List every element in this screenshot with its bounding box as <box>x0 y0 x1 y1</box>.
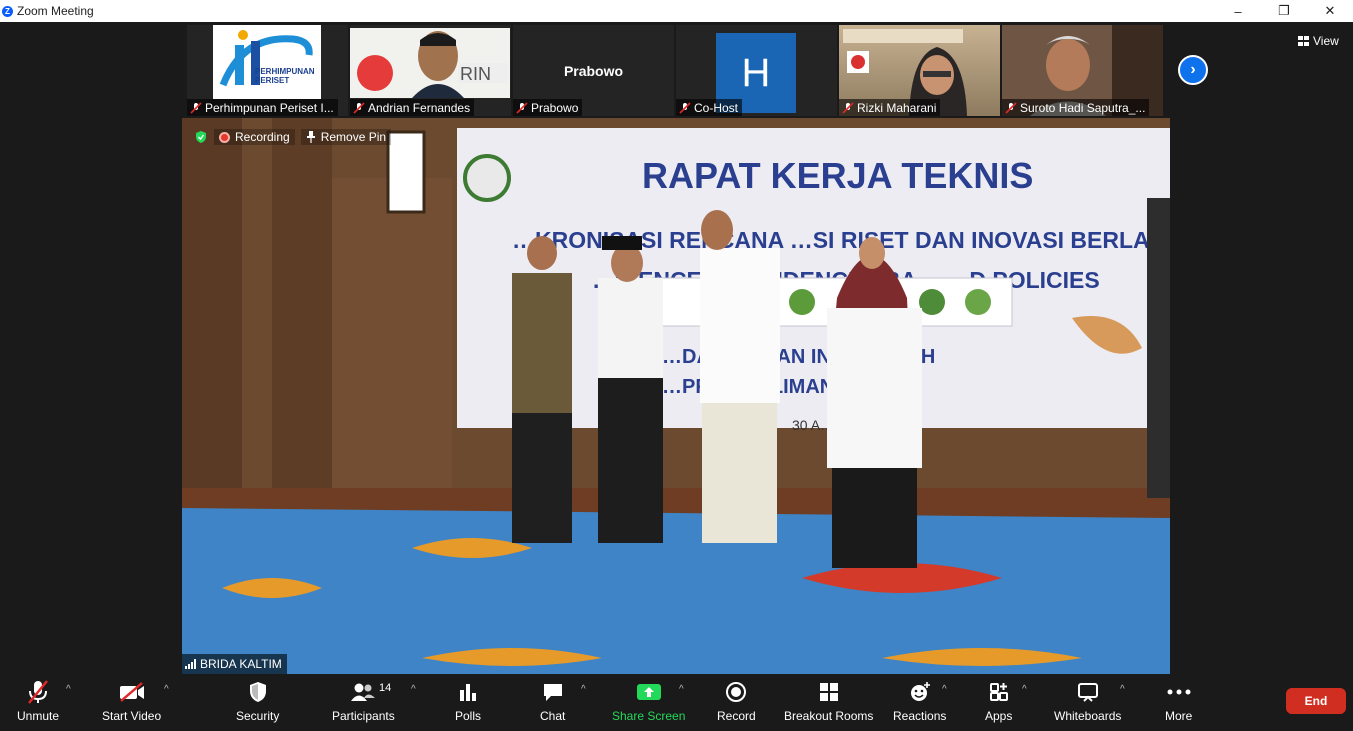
minimize-button[interactable]: – <box>1215 0 1261 22</box>
chat-button[interactable]: Chat <box>540 678 565 723</box>
participant-name: Andrian Fernandes <box>368 100 471 115</box>
participant-name: Rizki Maharani <box>857 100 937 115</box>
share-options-caret-icon[interactable]: ^ <box>679 684 684 695</box>
whiteboards-options-caret-icon[interactable]: ^ <box>1120 684 1125 695</box>
participant-name: Prabowo <box>531 100 579 115</box>
polls-label: Polls <box>455 709 482 723</box>
participant-name: Perhimpunan Periset I... <box>205 100 334 115</box>
participants-count: 14 <box>379 682 392 694</box>
participant-tile[interactable]: Suroto Hadi Saputra_... <box>1002 25 1163 116</box>
share-screen-icon <box>636 684 661 700</box>
participants-options-caret-icon[interactable]: ^ <box>411 684 416 695</box>
participants-label: Participants <box>332 709 395 723</box>
record-icon <box>726 682 747 702</box>
participant-video: RIN <box>350 28 510 98</box>
speaker-name-tag: BRIDA KALTIM <box>182 654 287 674</box>
grid-view-icon <box>1298 36 1309 46</box>
security-label: Security <box>236 709 280 723</box>
shield-check-icon[interactable] <box>194 130 208 144</box>
meeting-area: PERHIMPUNAN PERISET Perhimpunan Periset … <box>0 22 1353 674</box>
restore-button[interactable]: ❐ <box>1261 0 1307 22</box>
video-off-icon <box>119 682 144 702</box>
participants-icon <box>351 683 376 701</box>
zoom-logo-icon: Z <box>2 5 13 17</box>
org-logo-text: PERHIMPUNAN PERISET <box>255 67 315 85</box>
meeting-toolbar: Unmute ^ Start Video ^ Security Particip… <box>0 674 1353 731</box>
chat-label: Chat <box>540 709 566 723</box>
apps-button[interactable]: Apps <box>985 678 1012 723</box>
muted-mic-icon <box>28 680 48 704</box>
signal-strength-icon <box>185 659 196 669</box>
video-options-caret-icon[interactable]: ^ <box>164 684 169 695</box>
apps-label: Apps <box>985 709 1013 723</box>
remove-pin-button[interactable]: Remove Pin <box>300 129 392 145</box>
smiley-plus-icon <box>910 682 930 701</box>
pin-icon <box>306 131 315 143</box>
audio-options-caret-icon[interactable]: ^ <box>66 684 71 695</box>
share-screen-label: Share Screen <box>612 709 686 723</box>
reactions-label: Reactions <box>893 709 947 723</box>
close-button[interactable]: ✕ <box>1307 0 1353 22</box>
banner-title: RAPAT KERJA TEKNIS <box>642 155 1033 196</box>
record-dot-icon <box>219 131 230 143</box>
whiteboards-button[interactable]: Whiteboards <box>1054 678 1121 723</box>
participant-strip: PERHIMPUNAN PERISET Perhimpunan Periset … <box>187 25 1163 116</box>
participant-name: Co-Host <box>694 100 739 115</box>
muted-mic-icon <box>190 101 202 114</box>
recording-indicator[interactable]: Recording <box>214 129 295 145</box>
participant-tile[interactable]: Rizki Maharani <box>839 25 1000 116</box>
whiteboard-icon <box>1077 683 1098 702</box>
breakout-rooms-button[interactable]: Breakout Rooms <box>784 678 873 723</box>
end-meeting-button[interactable]: End <box>1286 688 1346 714</box>
security-button[interactable]: Security <box>236 678 279 723</box>
unmute-label: Unmute <box>17 709 60 723</box>
remove-pin-label: Remove Pin <box>320 130 387 144</box>
polls-icon <box>460 684 476 701</box>
participant-tile[interactable]: RIN Andrian Fernandes <box>350 25 511 116</box>
more-label: More <box>1165 709 1193 723</box>
org-logo: PERHIMPUNAN PERISET <box>213 25 321 99</box>
next-page-button[interactable]: › <box>1178 55 1208 85</box>
reactions-options-caret-icon[interactable]: ^ <box>942 684 947 695</box>
active-speaker-video: RAPAT KERJA TEKNIS …KRONISASI RENCANA …S… <box>182 118 1170 674</box>
stage-scene: RAPAT KERJA TEKNIS …KRONISASI RENCANA …S… <box>182 118 1170 674</box>
participant-tile[interactable]: PERHIMPUNAN PERISET Perhimpunan Periset … <box>187 25 348 116</box>
more-dots-icon <box>1167 689 1191 695</box>
muted-mic-icon <box>1005 101 1017 114</box>
participant-name: Suroto Hadi Saputra_... <box>1020 100 1146 115</box>
muted-mic-icon <box>842 101 854 114</box>
recording-label: Recording <box>235 130 290 144</box>
unmute-button[interactable]: Unmute <box>17 678 59 723</box>
svg-text:RIN: RIN <box>460 64 491 84</box>
apps-options-caret-icon[interactable]: ^ <box>1022 684 1027 695</box>
participant-tile[interactable]: Prabowo Prabowo <box>513 25 674 116</box>
chevron-right-icon: › <box>1190 61 1196 78</box>
chat-options-caret-icon[interactable]: ^ <box>581 684 586 695</box>
record-label: Record <box>717 709 756 723</box>
view-label: View <box>1313 34 1339 48</box>
whiteboards-label: Whiteboards <box>1054 709 1122 723</box>
breakout-rooms-label: Breakout Rooms <box>784 709 874 723</box>
start-video-button[interactable]: Start Video <box>102 678 161 723</box>
polls-button[interactable]: Polls <box>455 678 481 723</box>
muted-mic-icon <box>679 101 691 114</box>
chat-icon <box>543 684 562 701</box>
window-title: Zoom Meeting <box>17 4 94 18</box>
muted-mic-icon <box>353 101 365 114</box>
participant-display-name: Prabowo <box>563 63 624 79</box>
reactions-button[interactable]: Reactions <box>893 678 946 723</box>
start-video-label: Start Video <box>102 709 162 723</box>
breakout-rooms-icon <box>819 683 838 701</box>
share-screen-button[interactable]: Share Screen <box>612 678 685 723</box>
speaker-name: BRIDA KALTIM <box>200 657 282 671</box>
more-button[interactable]: More <box>1165 678 1192 723</box>
record-button[interactable]: Record <box>717 678 756 723</box>
title-bar: Z Zoom Meeting – ❐ ✕ <box>0 0 1353 22</box>
apps-icon <box>989 683 1008 701</box>
participant-tile[interactable]: H Co-Host <box>676 25 837 116</box>
shield-icon <box>249 682 266 702</box>
view-button[interactable]: View <box>1298 34 1339 48</box>
muted-mic-icon <box>516 101 528 114</box>
